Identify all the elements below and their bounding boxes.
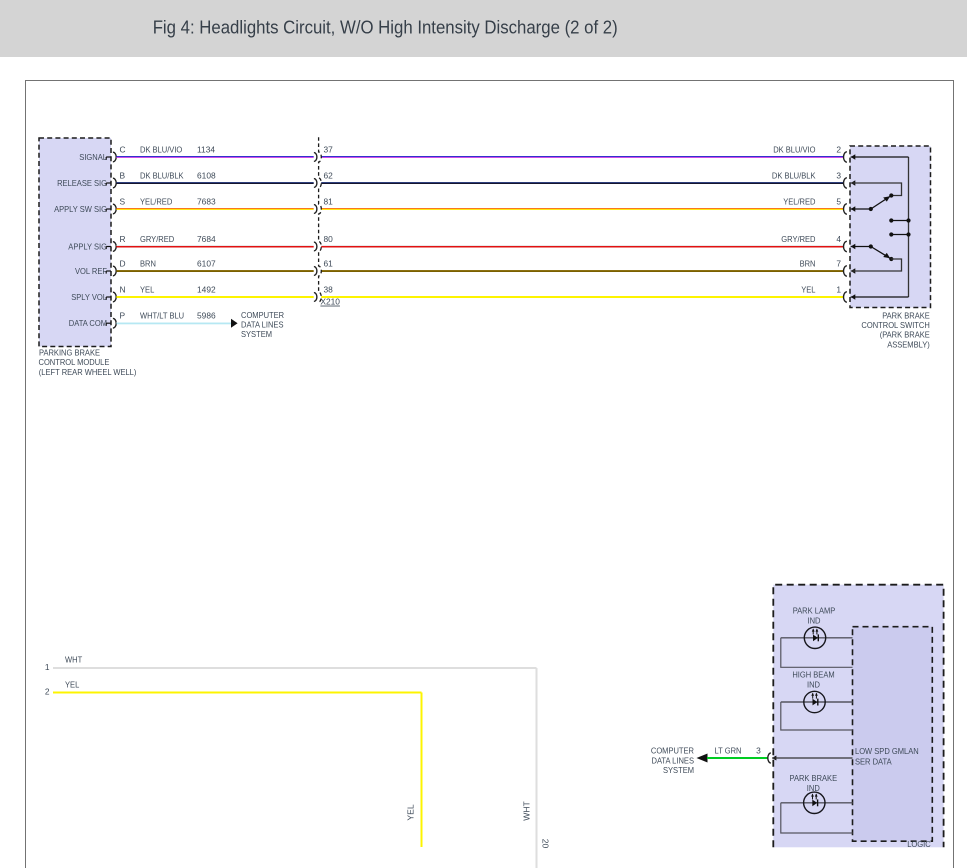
svg-text:7684: 7684 <box>197 234 216 244</box>
svg-text:APPLY SIG: APPLY SIG <box>68 242 107 252</box>
svg-text:DK BLU/BLK: DK BLU/BLK <box>140 170 184 180</box>
svg-text:BRN: BRN <box>140 258 156 268</box>
svg-text:SYSTEM: SYSTEM <box>663 765 694 775</box>
svg-text:WHT: WHT <box>522 800 532 820</box>
svg-text:SPLY VOL: SPLY VOL <box>71 292 107 302</box>
svg-text:CONTROL MODULE: CONTROL MODULE <box>39 357 110 367</box>
svg-text:GRY/RED: GRY/RED <box>140 234 174 244</box>
svg-text:DATA COM: DATA COM <box>69 318 107 328</box>
svg-text:HIGH BEAM: HIGH BEAM <box>792 670 834 680</box>
svg-text:5986: 5986 <box>197 311 216 321</box>
svg-text:PARKING BRAKE: PARKING BRAKE <box>39 348 100 358</box>
svg-text:P: P <box>120 311 126 321</box>
svg-text:2: 2 <box>836 144 841 154</box>
svg-text:YEL: YEL <box>406 804 416 820</box>
svg-text:IND: IND <box>807 680 820 690</box>
svg-text:LOW SPD GMLAN: LOW SPD GMLAN <box>855 746 919 756</box>
svg-text:1134: 1134 <box>197 144 215 154</box>
svg-text:4: 4 <box>836 234 841 244</box>
svg-text:ASSEMBLY): ASSEMBLY) <box>887 339 930 349</box>
svg-text:BRN: BRN <box>800 258 816 268</box>
svg-text:5: 5 <box>836 196 841 206</box>
svg-text:PARK LAMP: PARK LAMP <box>793 606 836 616</box>
svg-text:VOL REF: VOL REF <box>75 266 107 276</box>
svg-text:WHT: WHT <box>65 655 82 665</box>
svg-text:37: 37 <box>324 144 334 154</box>
svg-text:DK BLU/BLK: DK BLU/BLK <box>772 170 816 180</box>
svg-text:6107: 6107 <box>197 258 216 268</box>
svg-text:DATA LINES: DATA LINES <box>652 756 695 766</box>
svg-text:2: 2 <box>45 687 50 697</box>
svg-text:YEL: YEL <box>65 680 80 690</box>
svg-text:38: 38 <box>324 284 334 294</box>
svg-text:PARK BRAKE: PARK BRAKE <box>790 773 838 783</box>
svg-text:7: 7 <box>836 258 841 268</box>
svg-text:7683: 7683 <box>197 196 216 206</box>
svg-text:(LEFT REAR WHEEL WELL): (LEFT REAR WHEEL WELL) <box>39 367 137 377</box>
svg-text:COMPUTER: COMPUTER <box>241 310 284 320</box>
svg-text:D: D <box>120 258 126 268</box>
svg-text:APPLY SW SIG: APPLY SW SIG <box>54 204 107 214</box>
svg-text:CONTROL SWITCH: CONTROL SWITCH <box>861 320 929 330</box>
svg-text:DATA LINES: DATA LINES <box>241 320 284 330</box>
svg-text:YEL: YEL <box>801 284 816 294</box>
svg-text:81: 81 <box>324 196 334 206</box>
svg-text:YEL: YEL <box>140 284 155 294</box>
svg-text:61: 61 <box>324 258 334 268</box>
svg-text:C: C <box>120 144 126 154</box>
svg-text:1: 1 <box>45 662 50 672</box>
svg-text:IND: IND <box>808 616 821 626</box>
svg-text:DK BLU/VIO: DK BLU/VIO <box>773 144 816 154</box>
svg-text:SER DATA: SER DATA <box>855 757 892 767</box>
svg-text:YEL/RED: YEL/RED <box>783 196 815 206</box>
svg-text:1492: 1492 <box>197 284 216 294</box>
svg-text:RELEASE SIG: RELEASE SIG <box>57 178 107 188</box>
svg-text:1: 1 <box>836 284 841 294</box>
svg-text:3: 3 <box>836 170 841 180</box>
svg-text:LOGIC: LOGIC <box>907 839 931 849</box>
svg-text:GRY/RED: GRY/RED <box>781 234 815 244</box>
svg-text:N: N <box>120 284 126 294</box>
svg-text:(PARK BRAKE: (PARK BRAKE <box>880 330 930 340</box>
svg-text:6108: 6108 <box>197 170 216 180</box>
svg-text:COMPUTER: COMPUTER <box>651 746 694 756</box>
svg-text:62: 62 <box>324 170 334 180</box>
svg-text:SYSTEM: SYSTEM <box>241 329 272 339</box>
svg-text:X210: X210 <box>320 297 340 307</box>
svg-text:YEL/RED: YEL/RED <box>140 196 172 206</box>
svg-text:SIGNAL: SIGNAL <box>79 152 107 162</box>
svg-text:20: 20 <box>541 839 551 849</box>
svg-text:B: B <box>120 170 126 180</box>
svg-text:LT GRN: LT GRN <box>715 746 742 756</box>
svg-text:Fig 4: Headlights Circuit, W/O: Fig 4: Headlights Circuit, W/O High Inte… <box>153 18 618 38</box>
svg-text:DK BLU/VIO: DK BLU/VIO <box>140 144 183 154</box>
svg-text:S: S <box>120 196 126 206</box>
svg-text:R: R <box>120 234 126 244</box>
svg-text:3: 3 <box>756 746 761 756</box>
svg-text:80: 80 <box>324 234 334 244</box>
svg-text:WHT/LT BLU: WHT/LT BLU <box>140 311 184 321</box>
